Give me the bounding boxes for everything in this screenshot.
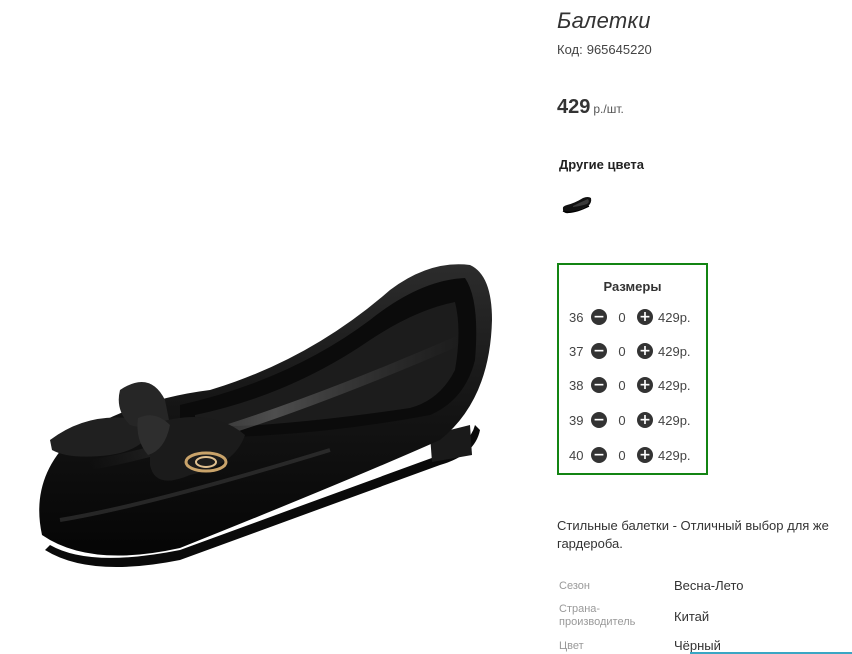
- property-value: Весна-Лето: [674, 578, 744, 593]
- size-number: 38: [569, 377, 584, 393]
- product-code: Код: 965645220: [557, 42, 656, 57]
- minus-circle-icon[interactable]: −: [591, 447, 607, 463]
- product-price: 429 р./шт.: [557, 96, 624, 119]
- size-quantity[interactable]: 0: [607, 310, 637, 325]
- property-label: Сезон: [559, 580, 590, 592]
- minus-circle-icon[interactable]: −: [591, 343, 607, 359]
- property-label: Цвет: [559, 640, 584, 652]
- size-row: 40 − 0 + 429р.: [569, 445, 691, 465]
- property-label-line: Страна-: [559, 603, 601, 615]
- product-description: Стильные балетки - Отличный выбор для же…: [557, 517, 852, 553]
- product-code-value: 965645220: [586, 42, 652, 57]
- size-row: 38 − 0 + 429р.: [569, 375, 691, 395]
- description-line: гардероба.: [557, 536, 623, 551]
- plus-circle-icon[interactable]: +: [637, 412, 653, 428]
- size-quantity[interactable]: 0: [607, 448, 637, 463]
- price-amount: 429: [557, 96, 591, 118]
- size-row: 36 − 0 + 429р.: [569, 307, 691, 327]
- plus-circle-icon[interactable]: +: [637, 377, 653, 393]
- black-ballet-flat-thumbnail-icon: [562, 197, 592, 214]
- size-row: 39 − 0 + 429р.: [569, 410, 691, 430]
- product-code-label: Код:: [557, 42, 583, 57]
- size-quantity[interactable]: 0: [607, 344, 637, 359]
- size-number: 40: [569, 447, 584, 463]
- sizes-panel: Размеры 36 − 0 + 429р. 37 − 0 + 429р. 38…: [557, 263, 708, 475]
- size-price: 429р.: [658, 309, 691, 325]
- size-row: 37 − 0 + 429р.: [569, 341, 691, 361]
- product-info-panel: Балетки Код: 965645220 429 р./шт. Другие ц…: [557, 0, 852, 654]
- size-price: 429р.: [658, 447, 691, 463]
- property-label-line: производитель: [559, 616, 636, 628]
- sizes-title: Размеры: [603, 279, 662, 294]
- property-value: Китай: [674, 609, 710, 624]
- minus-circle-icon[interactable]: −: [591, 377, 607, 393]
- size-number: 39: [569, 412, 584, 428]
- size-number: 37: [569, 343, 584, 359]
- size-price: 429р.: [658, 343, 691, 359]
- plus-circle-icon[interactable]: +: [637, 309, 653, 325]
- size-price: 429р.: [658, 412, 691, 428]
- size-quantity[interactable]: 0: [607, 378, 637, 393]
- size-quantity[interactable]: 0: [607, 413, 637, 428]
- product-title: Балетки: [557, 8, 651, 33]
- ballet-flat-shoe-icon: [39, 264, 492, 568]
- property-label: Страна- производитель: [559, 603, 635, 629]
- size-number: 36: [569, 309, 584, 325]
- minus-circle-icon[interactable]: −: [591, 412, 607, 428]
- color-swatch-black[interactable]: [561, 194, 593, 216]
- property-value: Чёрный: [674, 638, 721, 653]
- size-price: 429р.: [658, 377, 691, 393]
- plus-circle-icon[interactable]: +: [637, 343, 653, 359]
- product-image: [0, 0, 540, 654]
- other-colors-title: Другие цвета: [559, 157, 644, 172]
- price-unit: р./шт.: [593, 102, 624, 116]
- plus-circle-icon[interactable]: +: [637, 447, 653, 463]
- minus-circle-icon[interactable]: −: [591, 309, 607, 325]
- description-line: Стильные балетки - Отличный выбор для же: [557, 518, 829, 533]
